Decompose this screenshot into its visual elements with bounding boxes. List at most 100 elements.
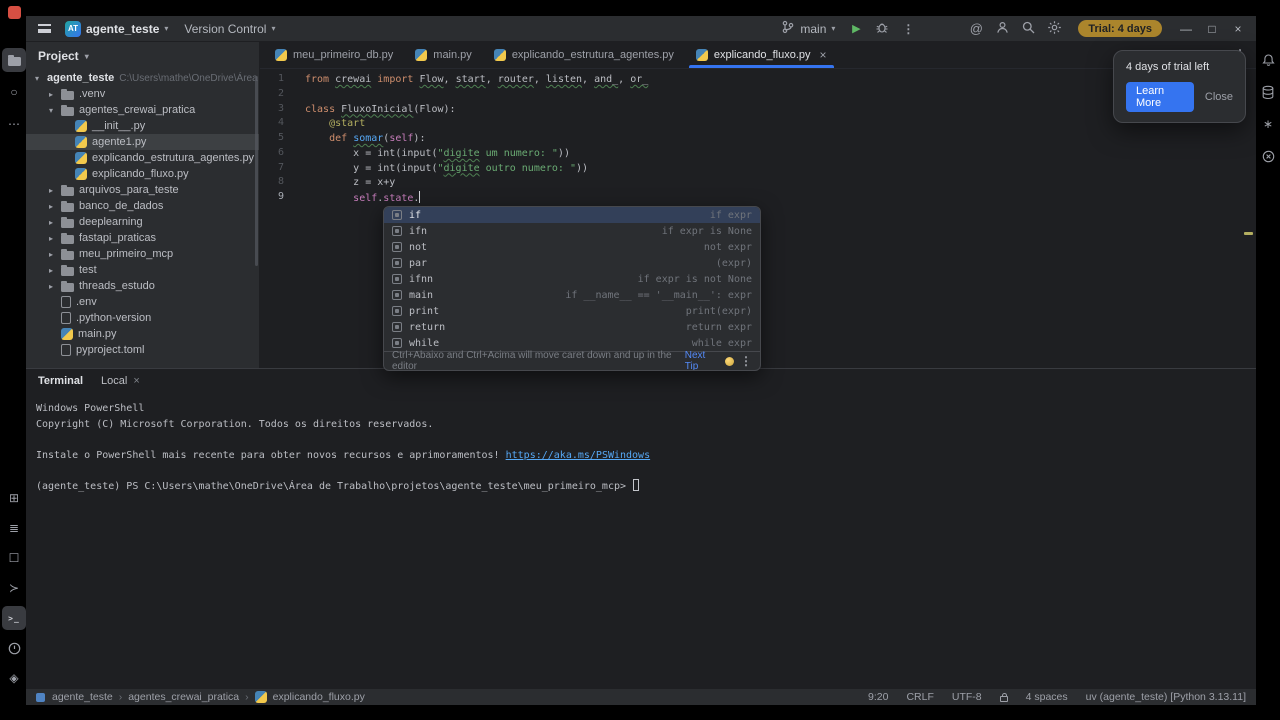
maximize-button[interactable]: □: [1200, 18, 1224, 40]
tree-item-__init__.py[interactable]: __init__.py: [26, 118, 259, 134]
line-number[interactable]: 6: [260, 147, 284, 162]
project-icon[interactable]: [2, 48, 26, 72]
code-line[interactable]: @start: [305, 117, 648, 132]
terminal-link[interactable]: https://aka.ms/PSWindows: [506, 450, 651, 461]
tree-item-.python-version[interactable]: .python-version: [26, 310, 259, 326]
next-tip-link[interactable]: Next Tip: [685, 350, 719, 370]
tree-item-pyproject.toml[interactable]: pyproject.toml: [26, 342, 259, 358]
line-number[interactable]: 3: [260, 103, 284, 118]
bookmarks-icon[interactable]: ☐: [2, 546, 26, 570]
settings-button[interactable]: [1042, 18, 1066, 40]
run-button[interactable]: ▶: [844, 18, 868, 40]
tree-item-explicando_estrutura_agentes.py[interactable]: explicando_estrutura_agentes.py: [26, 150, 259, 166]
project-panel-header[interactable]: Project ▾: [26, 42, 259, 70]
ai-button[interactable]: @: [964, 18, 988, 40]
line-number[interactable]: 4: [260, 117, 284, 132]
vcs-widget[interactable]: Version Control ▾: [177, 18, 282, 40]
tree-item-main.py[interactable]: main.py: [26, 326, 259, 342]
tab-explicando_estrutura_agentes.py[interactable]: explicando_estrutura_agentes.py: [483, 42, 685, 68]
ai-assistant-icon[interactable]: ∗: [1256, 112, 1280, 136]
tree-item-banco_de_dados[interactable]: ▸ banco_de_dados: [26, 198, 259, 214]
completion-item-ifnn[interactable]: ifnn if expr is not None: [384, 271, 760, 287]
tree-item-threads_estudo[interactable]: ▸ threads_estudo: [26, 278, 259, 294]
database-icon[interactable]: [1256, 80, 1280, 104]
line-number[interactable]: 2: [260, 88, 284, 103]
tree-item-explicando_fluxo.py[interactable]: explicando_fluxo.py: [26, 166, 259, 182]
branch-widget[interactable]: main ▾: [774, 18, 842, 40]
code-with-me-button[interactable]: [990, 18, 1014, 40]
code-line[interactable]: self.state.: [305, 191, 648, 206]
completion-item-ifn[interactable]: ifn if expr is None: [384, 223, 760, 239]
structure-icon[interactable]: ≣: [2, 516, 26, 540]
code-line[interactable]: z = x+y: [305, 176, 648, 191]
tree-item-fastapi_praticas[interactable]: ▸ fastapi_praticas: [26, 230, 259, 246]
learn-features-icon[interactable]: [1256, 144, 1280, 168]
minimize-button[interactable]: —: [1174, 18, 1198, 40]
line-number[interactable]: 7: [260, 162, 284, 177]
more-tool-windows-icon[interactable]: ⋯: [2, 112, 26, 136]
learn-more-button[interactable]: Learn More: [1126, 82, 1194, 112]
code-line[interactable]: from crewai import Flow, start, router, …: [305, 73, 648, 88]
completion-item-not[interactable]: not not expr: [384, 239, 760, 255]
close-icon[interactable]: ×: [820, 48, 827, 62]
status-cursor-position[interactable]: 9:20: [868, 691, 888, 703]
terminal-output[interactable]: Windows PowerShell Copyright (C) Microsof…: [26, 393, 1256, 502]
breadcrumb-item-agentes_crewai_pratica[interactable]: agentes_crewai_pratica: [128, 691, 239, 703]
python-console-icon[interactable]: ≻: [2, 576, 26, 600]
code-line[interactable]: def somar(self):: [305, 132, 648, 147]
commit-icon[interactable]: ○: [2, 80, 26, 104]
search-everywhere-button[interactable]: [1016, 18, 1040, 40]
lock-icon[interactable]: [999, 692, 1008, 702]
tab-meu_primeiro_db.py[interactable]: meu_primeiro_db.py: [264, 42, 404, 68]
tree-item-agentes_crewai_pratica[interactable]: ▾ agentes_crewai_pratica: [26, 102, 259, 118]
status-indent[interactable]: 4 spaces: [1026, 691, 1068, 703]
main-menu-button[interactable]: [32, 18, 56, 40]
debug-button[interactable]: [870, 18, 894, 40]
trial-badge[interactable]: Trial: 4 days: [1078, 20, 1162, 37]
code-area[interactable]: from crewai import Flow, start, router, …: [305, 73, 648, 206]
completion-item-if[interactable]: if if expr: [384, 207, 760, 223]
completion-item-print[interactable]: print print(expr): [384, 303, 760, 319]
code-line[interactable]: x = int(input("digite um numero: ")): [305, 147, 648, 162]
python-packages-icon[interactable]: ⊞: [2, 486, 26, 510]
completion-item-while[interactable]: while while expr: [384, 335, 760, 351]
statusbar-widget-icon[interactable]: [36, 692, 45, 702]
tree-item-test[interactable]: ▸ test: [26, 262, 259, 278]
tab-main.py[interactable]: main.py: [404, 42, 483, 68]
terminal-title[interactable]: Terminal: [38, 375, 83, 387]
line-number[interactable]: 5: [260, 132, 284, 147]
services-icon[interactable]: ◈: [2, 666, 26, 690]
close-button[interactable]: ×: [1226, 18, 1250, 40]
project-scrollbar[interactable]: [255, 76, 258, 266]
terminal-icon[interactable]: >_: [2, 606, 26, 630]
line-number[interactable]: 1: [260, 73, 284, 88]
problems-icon[interactable]: [2, 636, 26, 660]
line-number[interactable]: 8: [260, 176, 284, 191]
code-line[interactable]: y = int(input("digite outro numero: ")): [305, 162, 648, 177]
status-interpreter[interactable]: uv (agente_teste) [Python 3.13.11]: [1086, 691, 1246, 703]
breadcrumb-item-agente_teste[interactable]: agente_teste: [52, 691, 113, 703]
line-number[interactable]: 9: [260, 191, 284, 206]
completion-item-par[interactable]: par (expr): [384, 255, 760, 271]
tree-item-arquivos_para_teste[interactable]: ▸ arquivos_para_teste: [26, 182, 259, 198]
terminal-tab-local[interactable]: Local ×: [101, 375, 140, 387]
code-line[interactable]: [305, 88, 648, 103]
terminal-cursor[interactable]: [633, 478, 640, 491]
project-widget[interactable]: AT agente_teste ▾: [58, 18, 175, 40]
tree-item-agente1.py[interactable]: agente1.py: [26, 134, 259, 150]
status-line-separator[interactable]: CRLF: [906, 691, 933, 703]
close-icon[interactable]: ×: [133, 375, 139, 387]
notifications-icon[interactable]: [1256, 48, 1280, 72]
tab-explicando_fluxo.py[interactable]: explicando_fluxo.py ×: [685, 42, 838, 68]
tree-item-.env[interactable]: .env: [26, 294, 259, 310]
inspection-marker[interactable]: [1244, 232, 1253, 235]
close-trial-popup-button[interactable]: Close: [1205, 91, 1233, 103]
breadcrumb-item-explicando_fluxo.py[interactable]: explicando_fluxo.py: [273, 691, 365, 703]
tree-item-.venv[interactable]: ▸ .venv: [26, 86, 259, 102]
completion-item-return[interactable]: return return expr: [384, 319, 760, 335]
kebab-icon[interactable]: ⋮: [740, 354, 752, 368]
tree-item-agente_teste[interactable]: ▾ agente_teste C:\Users\mathe\OneDrive\Áre…: [26, 70, 259, 86]
completion-item-main[interactable]: main if __name__ == '__main__': expr: [384, 287, 760, 303]
tree-item-meu_primeiro_mcp[interactable]: ▸ meu_primeiro_mcp: [26, 246, 259, 262]
status-encoding[interactable]: UTF-8: [952, 691, 982, 703]
